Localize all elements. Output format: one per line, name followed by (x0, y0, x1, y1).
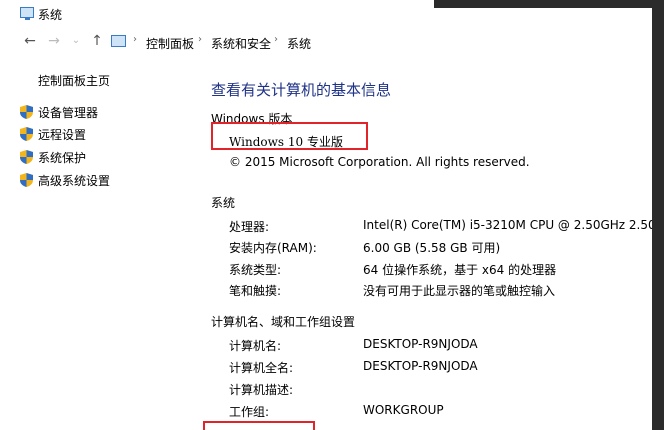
background-strip (652, 0, 664, 430)
system-type-value: 64 位操作系统，基于 x64 的处理器 (363, 263, 557, 277)
breadcrumb-control-panel[interactable]: 控制面板 (146, 35, 194, 52)
workgroup-value: WORKGROUP (363, 403, 444, 417)
background-strip (434, 0, 664, 8)
computer-name-value: DESKTOP-R9NJODA (363, 337, 478, 351)
breadcrumb-system-security[interactable]: 系统和安全 (211, 35, 271, 52)
recent-dropdown-icon[interactable]: ⌄ (68, 33, 84, 49)
system-type-label: 系统类型: (229, 263, 282, 277)
computer-icon (20, 7, 34, 20)
full-computer-name-label: 计算机全名: (229, 361, 294, 375)
sidebar-item-label: 高级系统设置 (38, 174, 111, 188)
forward-arrow-icon[interactable]: → (46, 33, 62, 49)
sidebar-item-label: 系统保护 (38, 151, 87, 165)
ram-label: 安装内存(RAM): (229, 241, 317, 255)
navigation-bar: ← → ⌄ ↑ › 控制面板 › 系统和安全 › 系统 (0, 30, 652, 56)
computer-description-label: 计算机描述: (229, 383, 294, 397)
highlight-box (203, 421, 315, 430)
pen-touch-value: 没有可用于此显示器的笔或触控输入 (363, 284, 556, 298)
page-title: 查看有关计算机的基本信息 (211, 81, 392, 99)
up-arrow-icon[interactable]: ↑ (89, 33, 105, 49)
ram-value: 6.00 GB (5.58 GB 可用) (363, 241, 501, 255)
copyright-text: © 2015 Microsoft Corporation. All rights… (229, 155, 530, 169)
shield-icon (20, 105, 33, 119)
breadcrumb-system[interactable]: 系统 (287, 35, 311, 52)
computer-name-heading: 计算机名、域和工作组设置 (211, 315, 356, 329)
highlight-box (211, 122, 368, 150)
pen-touch-label: 笔和触摸: (229, 284, 282, 298)
shield-icon (20, 173, 33, 187)
sidebar-item-label: 远程设置 (38, 128, 87, 142)
computer-name-label: 计算机名: (229, 339, 282, 353)
chevron-right-icon[interactable]: › (133, 34, 137, 45)
chevron-right-icon[interactable]: › (198, 34, 202, 45)
processor-label: 处理器: (229, 220, 270, 234)
system-heading: 系统 (211, 196, 236, 210)
window-title: 系统 (38, 8, 63, 22)
full-computer-name-value: DESKTOP-R9NJODA (363, 359, 478, 373)
control-panel-icon (111, 35, 126, 47)
sidebar-home-link[interactable]: 控制面板主页 (38, 72, 110, 89)
processor-value: Intel(R) Core(TM) i5-3210M CPU @ 2.50GHz… (363, 218, 664, 232)
back-arrow-icon[interactable]: ← (22, 33, 38, 49)
system-window: 系统 ← → ⌄ ↑ › 控制面板 › 系统和安全 › 系统 控制面板主页 设备… (0, 0, 664, 430)
workgroup-label: 工作组: (229, 405, 270, 419)
shield-icon (20, 150, 33, 164)
chevron-right-icon[interactable]: › (274, 34, 278, 45)
shield-icon (20, 127, 33, 141)
sidebar-item-label: 设备管理器 (38, 106, 99, 120)
